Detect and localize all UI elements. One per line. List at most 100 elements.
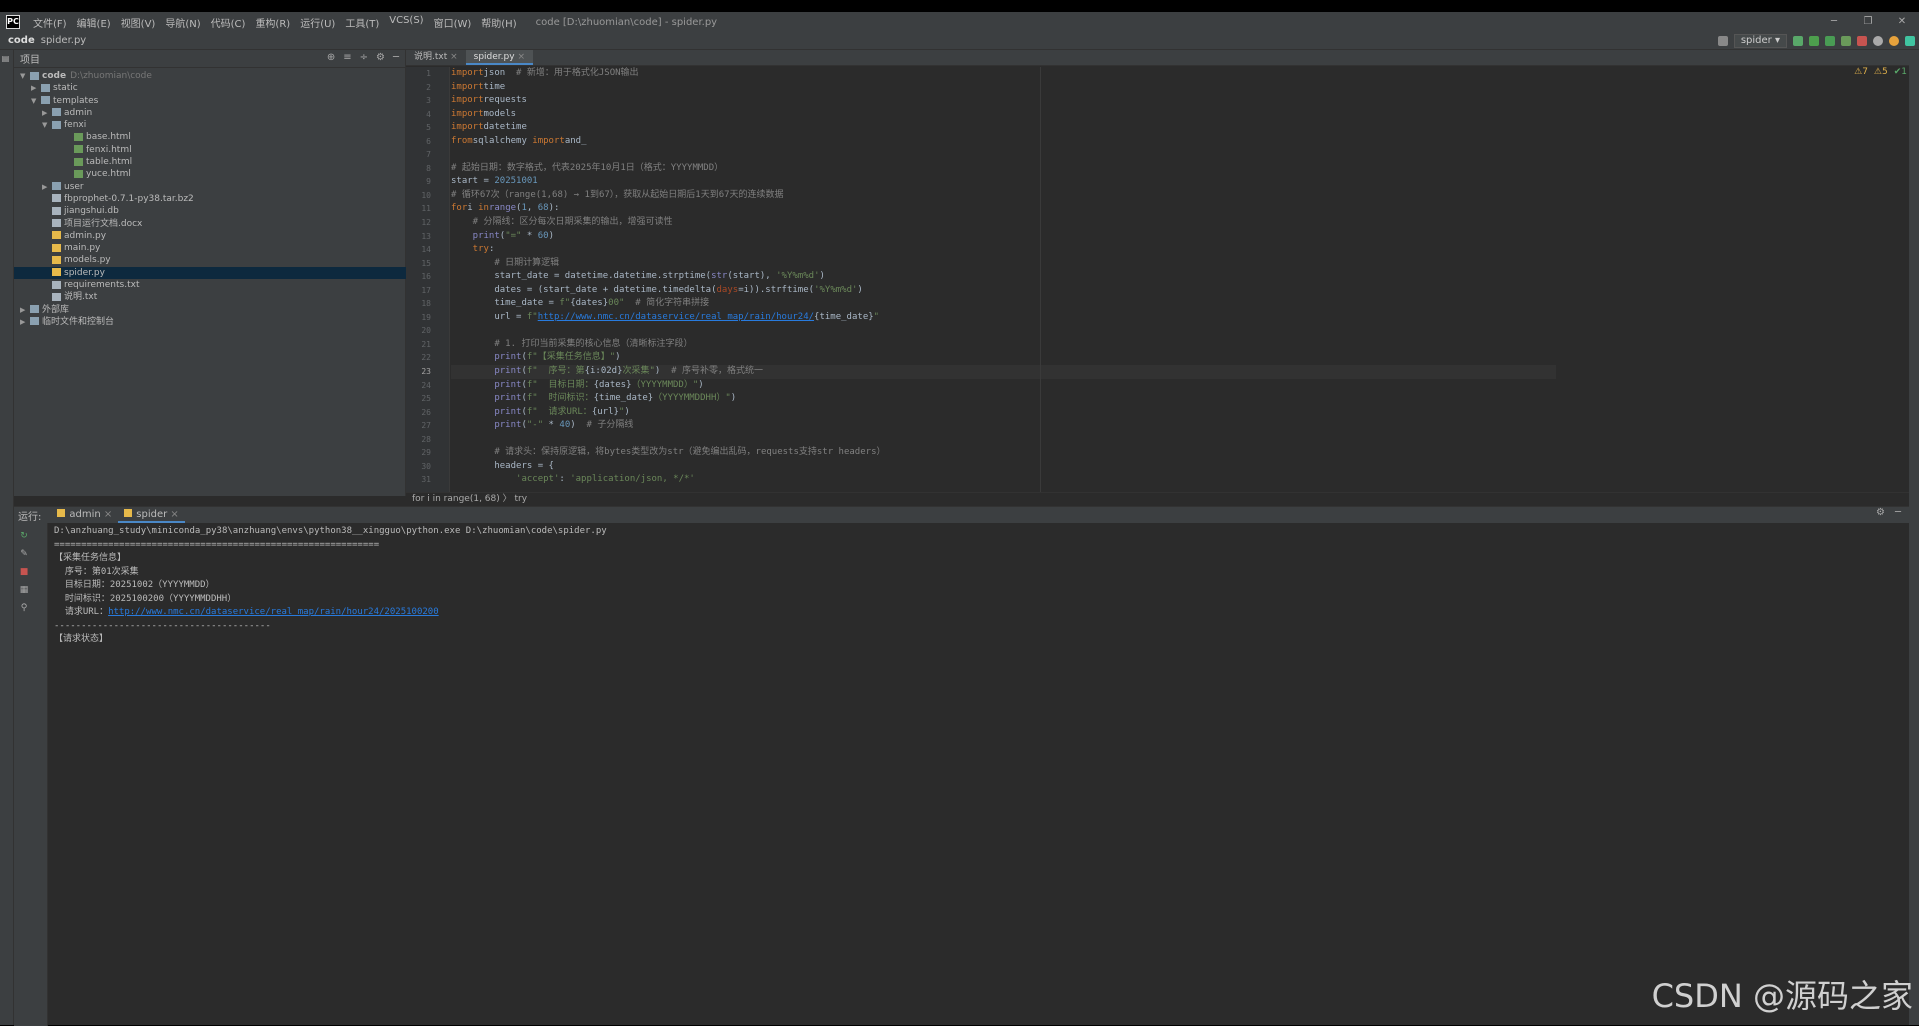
code-line[interactable]: # 循环67次（range(1,68) → 1到67），获取从起始日期后1天到6… [451, 189, 1556, 203]
tree-item[interactable]: 说明.txt [14, 291, 406, 303]
code-line[interactable]: print("=" * 60) [451, 230, 1556, 244]
code-line[interactable]: print("-" * 40) # 子分隔线 [451, 419, 1556, 433]
run-tab[interactable]: admin × [51, 507, 118, 523]
code-line[interactable]: importjson # 新增：用于格式化JSON输出 [451, 67, 1556, 81]
close-icon[interactable]: × [167, 509, 178, 520]
tree-item[interactable]: admin.py [14, 230, 406, 242]
tree-arrow-icon[interactable]: ▶ [20, 316, 30, 328]
menu-item[interactable]: 帮助(H) [476, 15, 521, 30]
tree-arrow-icon[interactable]: ▼ [42, 119, 52, 131]
code-line[interactable]: fori inrange(1, 68): [451, 202, 1556, 216]
code-line[interactable] [451, 324, 1556, 338]
tree-item[interactable]: ▼ code D:\zhuomian\code [14, 70, 406, 82]
typo-count[interactable]: ✔1 [1894, 67, 1907, 77]
menu-item[interactable]: 工具(T) [340, 15, 384, 30]
hide-panel-icon[interactable]: ─ [393, 52, 399, 63]
tree-item[interactable]: requirements.txt [14, 279, 406, 291]
warning-count[interactable]: ⚠7 [1854, 67, 1868, 77]
code-line[interactable]: start_date = datetime.datetime.strptime(… [451, 270, 1556, 284]
tree-arrow-icon[interactable]: ▶ [20, 304, 30, 316]
layout-icon[interactable]: ▦ [18, 585, 30, 595]
project-tool-tab[interactable]: ▤ [1, 54, 10, 63]
code-line[interactable]: try: [451, 243, 1556, 257]
breadcrumb-item[interactable]: try [515, 494, 528, 504]
tree-item[interactable]: models.py [14, 254, 406, 266]
tree-item[interactable]: fenxi.html [14, 144, 406, 156]
debug-icon[interactable] [1809, 36, 1819, 46]
tree-arrow-icon[interactable]: ▼ [20, 70, 30, 82]
close-icon[interactable]: × [101, 509, 112, 520]
hide-panel-icon[interactable]: ─ [1895, 507, 1901, 518]
menu-item[interactable]: 窗口(W) [429, 15, 477, 30]
tree-item[interactable]: yuce.html [14, 168, 406, 180]
menu-item[interactable]: 重构(R) [250, 15, 295, 30]
code-line[interactable]: print(f" 时间标识：{time_date}（YYYYMMDDHH）") [451, 392, 1556, 406]
user-icon[interactable] [1717, 36, 1728, 46]
code-line[interactable]: start = 20251001 [451, 175, 1556, 189]
code-view[interactable]: importjson # 新增：用于格式化JSON输出 importtime imp… [451, 67, 1556, 492]
code-line[interactable]: print(f"【采集任务信息】") [451, 351, 1556, 365]
code-line[interactable] [451, 148, 1556, 162]
close-icon[interactable]: × [515, 52, 525, 62]
tree-item[interactable]: ▶ static [14, 82, 406, 94]
code-line[interactable]: print(f" 请求URL：{url}") [451, 406, 1556, 420]
tree-item[interactable]: ▶ 外部库 [14, 304, 406, 316]
tree-item[interactable]: spider.py [14, 266, 406, 280]
stop-icon[interactable] [1857, 36, 1867, 46]
code-line[interactable]: 'accept': 'application/json, */*' [451, 473, 1556, 487]
code-line[interactable]: importdatetime [451, 121, 1556, 135]
code-line[interactable]: importtime [451, 81, 1556, 95]
editor-tab[interactable]: 说明.txt × [406, 50, 466, 65]
plugin-icon[interactable] [1905, 36, 1915, 46]
update-icon[interactable] [1889, 36, 1899, 46]
tree-item[interactable]: ▼ templates [14, 95, 406, 107]
pin-icon[interactable]: ⚲ [18, 603, 30, 613]
code-line[interactable]: # 起始日期：数字格式，代表2025年10月1日（格式：YYYYMMDD） [451, 162, 1556, 176]
code-line[interactable]: importrequests [451, 94, 1556, 108]
close-icon[interactable]: × [447, 52, 458, 62]
project-panel-title[interactable]: 项目 [20, 51, 40, 66]
maximize-icon[interactable]: ❐ [1851, 12, 1885, 32]
code-line[interactable]: headers = { [451, 460, 1556, 474]
locate-icon[interactable]: ⊕ [327, 52, 335, 63]
code-line[interactable]: time_date = f"{dates}00" # 简化字符串拼接 [451, 297, 1556, 311]
menu-item[interactable]: VCS(S) [384, 15, 428, 30]
menu-item[interactable]: 导航(N) [160, 15, 205, 30]
code-line[interactable]: print(f" 目标日期：{dates}（YYYYMMDD）") [451, 379, 1556, 393]
code-line[interactable]: fromsqlalchemy importand_ [451, 135, 1556, 149]
code-line[interactable]: dates = (start_date + datetime.timedelta… [451, 284, 1556, 298]
code-line[interactable]: # 分隔线：区分每次日期采集的输出，增强可读性 [451, 216, 1556, 230]
tree-item[interactable]: fbprophet-0.7.1-py38.tar.bz2 [14, 193, 406, 205]
console-output[interactable]: D:\anzhuang_study\miniconda_py38\anzhuan… [54, 523, 1854, 1026]
stop-icon[interactable]: ■ [18, 567, 30, 577]
tree-item[interactable]: jiangshui.db [14, 205, 406, 217]
editor-tab[interactable]: spider.py × [465, 50, 533, 65]
run-config-select[interactable]: spider ▾ [1733, 34, 1787, 48]
console-link[interactable]: http://www.nmc.cn/dataservice/real_map/r… [108, 607, 439, 617]
tree-item[interactable]: ▶ 临时文件和控制台 [14, 316, 406, 328]
menu-item[interactable]: 编辑(E) [72, 15, 116, 30]
nav-file[interactable]: spider.py [41, 35, 86, 46]
minimize-icon[interactable]: ─ [1817, 12, 1851, 32]
run-icon[interactable] [1793, 36, 1803, 46]
code-line[interactable] [451, 433, 1556, 447]
tree-arrow-icon[interactable]: ▶ [42, 181, 52, 193]
inspection-widget[interactable]: ⚠7 ⚠5 ✔1 [1854, 67, 1907, 77]
code-line[interactable]: # 请求头：保持原逻辑，将bytes类型改为str（避免编出乱码，request… [451, 446, 1556, 460]
tree-arrow-icon[interactable]: ▶ [31, 82, 41, 94]
menu-item[interactable]: 运行(U) [295, 15, 340, 30]
code-line[interactable]: url = f"http://www.nmc.cn/dataservice/re… [451, 311, 1556, 325]
settings-gear-icon[interactable]: ⚙ [1876, 507, 1885, 518]
tree-item[interactable]: ▶ admin [14, 107, 406, 119]
tree-item[interactable]: ▶ user [14, 181, 406, 193]
profile-icon[interactable] [1841, 36, 1851, 46]
coverage-icon[interactable] [1825, 36, 1835, 46]
wrench-icon[interactable]: ✎ [18, 549, 30, 559]
menu-item[interactable]: 代码(C) [206, 15, 251, 30]
collapse-all-icon[interactable]: ÷ [360, 52, 368, 63]
weak-warning-count[interactable]: ⚠5 [1874, 67, 1888, 77]
nav-project[interactable]: code [8, 35, 35, 46]
tree-arrow-icon[interactable]: ▼ [31, 95, 41, 107]
tree-item[interactable]: 项目运行文档.docx [14, 218, 406, 230]
tree-item[interactable]: base.html [14, 131, 406, 143]
